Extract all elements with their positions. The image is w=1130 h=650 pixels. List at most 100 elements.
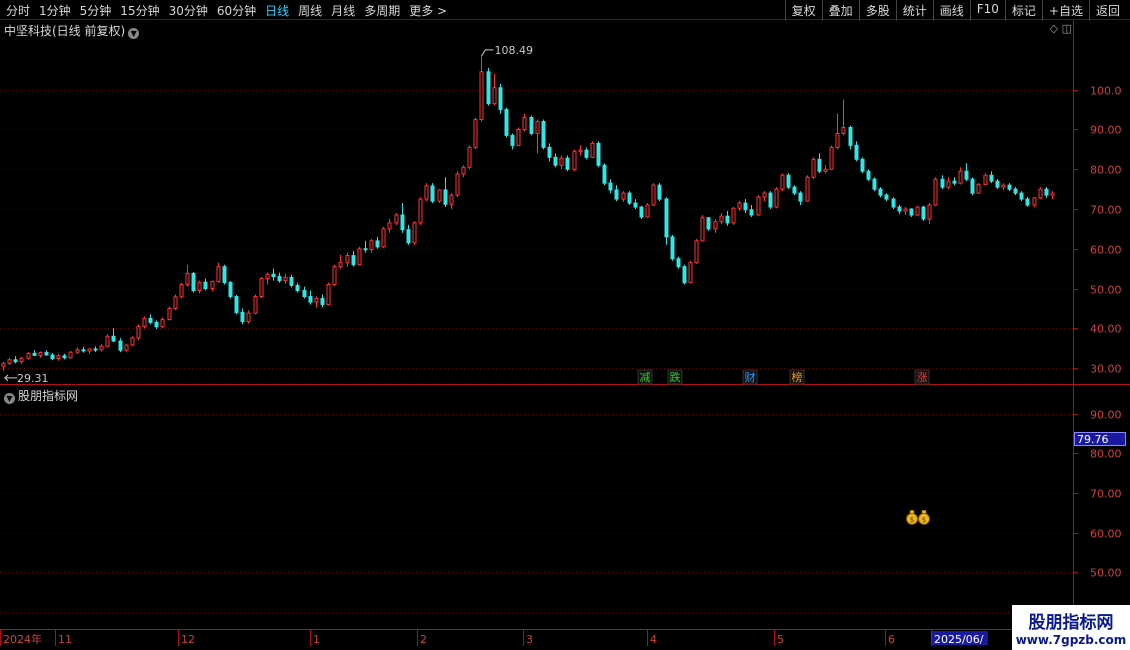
candle-up bbox=[345, 255, 350, 264]
chart-title[interactable]: 中坚科技(日线 前复权) ▼ bbox=[4, 22, 140, 39]
date-label: 2024年 bbox=[3, 632, 42, 646]
candle-down bbox=[375, 240, 380, 248]
candle-down bbox=[553, 156, 558, 166]
toolbar-action-button[interactable]: 统计 bbox=[895, 0, 933, 21]
candle-up bbox=[130, 337, 135, 346]
candle-up bbox=[7, 359, 12, 364]
candle-up bbox=[105, 335, 110, 347]
candle-down bbox=[664, 198, 669, 238]
toolbar-action-button[interactable]: 复权 bbox=[784, 0, 822, 21]
toolbar-action-button[interactable]: 画线 bbox=[932, 0, 970, 21]
candle-down bbox=[443, 189, 448, 205]
candle-down bbox=[940, 178, 945, 188]
period-tab[interactable]: 日线 bbox=[265, 2, 289, 19]
toolbar-action-button[interactable]: 返回 bbox=[1088, 0, 1126, 21]
low-pointer bbox=[3, 374, 17, 382]
candle-down bbox=[13, 359, 18, 363]
candle-down bbox=[1007, 184, 1012, 190]
candle-down bbox=[228, 282, 233, 298]
candle-up bbox=[774, 188, 779, 208]
chevron-down-icon[interactable]: ▼ bbox=[128, 28, 140, 39]
candle-down bbox=[670, 236, 675, 260]
candle-down bbox=[320, 297, 325, 305]
period-tab[interactable]: 30分钟 bbox=[169, 2, 208, 19]
candlestick-chart[interactable]: 100.0 90.00 80.00 70.00 60.00 50.00 40.00 30.00… bbox=[0, 0, 1130, 650]
candle-down bbox=[203, 281, 208, 290]
candle-down bbox=[676, 258, 681, 268]
candle-down bbox=[866, 170, 871, 180]
candle-down bbox=[909, 208, 914, 216]
period-tab[interactable]: 多周期 bbox=[364, 2, 400, 19]
candle-down bbox=[897, 206, 902, 212]
candle-up bbox=[700, 217, 705, 242]
diamond-icon[interactable]: ◇ bbox=[1050, 22, 1058, 35]
candle-down bbox=[854, 144, 859, 160]
candle-up bbox=[1032, 197, 1037, 206]
candle-down bbox=[222, 266, 227, 284]
candle-down bbox=[989, 174, 994, 182]
toolbar-action-button[interactable]: 多股 bbox=[858, 0, 896, 21]
candle-down bbox=[848, 126, 853, 146]
candle-up bbox=[479, 71, 484, 121]
period-tab[interactable]: 周线 bbox=[298, 2, 322, 19]
price-tick-label: 50.00 bbox=[1090, 284, 1122, 297]
candle-up bbox=[87, 348, 92, 352]
indicator-tick-label: 60.00 bbox=[1090, 528, 1122, 541]
period-tab[interactable]: 5分钟 bbox=[80, 2, 112, 19]
period-tab[interactable]: 更多 > bbox=[409, 2, 447, 19]
chevron-down-icon[interactable]: ▼ bbox=[4, 393, 15, 404]
toolbar-action-button[interactable]: 叠加 bbox=[821, 0, 859, 21]
candle-down bbox=[510, 134, 515, 146]
candle-up bbox=[179, 284, 184, 298]
candle-up bbox=[535, 121, 540, 134]
candle-down bbox=[657, 184, 662, 200]
candle-up bbox=[780, 174, 785, 190]
candle-down bbox=[596, 142, 601, 166]
candle-down bbox=[872, 178, 877, 190]
date-label: 11 bbox=[58, 633, 72, 646]
price-tick-label: 80.00 bbox=[1090, 164, 1122, 177]
watermark-line2: www.7gpzb.com bbox=[1015, 633, 1127, 647]
bag-symbol: $ bbox=[922, 516, 926, 524]
candle-up bbox=[394, 214, 399, 224]
event-label: 减 bbox=[640, 371, 651, 384]
period-tab[interactable]: 分时 bbox=[6, 2, 30, 19]
toolbar-action-button[interactable]: +自选 bbox=[1041, 0, 1089, 21]
candle-down bbox=[970, 178, 975, 194]
candle-down bbox=[486, 71, 491, 105]
candle-up bbox=[99, 345, 104, 351]
toolbar-action-button[interactable]: F10 bbox=[969, 0, 1005, 21]
period-tab[interactable]: 1分钟 bbox=[39, 2, 71, 19]
date-label: 2 bbox=[420, 633, 427, 646]
period-tab[interactable]: 月线 bbox=[331, 2, 355, 19]
date-label: 5 bbox=[777, 633, 784, 646]
period-tab[interactable]: 15分钟 bbox=[120, 2, 159, 19]
candle-up bbox=[68, 351, 73, 359]
candle-up bbox=[461, 166, 466, 175]
candle-down bbox=[504, 109, 509, 136]
indicator-title[interactable]: ▼ 股朋指标网 bbox=[4, 387, 78, 404]
toolbar-action-button[interactable]: 标记 bbox=[1004, 0, 1042, 21]
bag-body bbox=[906, 512, 918, 525]
candle-up bbox=[38, 352, 43, 356]
candle-down bbox=[639, 206, 644, 218]
event-badge bbox=[667, 369, 683, 385]
period-tab[interactable]: 60分钟 bbox=[217, 2, 256, 19]
candle-down bbox=[118, 340, 123, 351]
indicator-tick-label: 50.00 bbox=[1090, 567, 1122, 580]
event-badge bbox=[742, 369, 758, 385]
candle-up bbox=[731, 207, 736, 224]
candle-down bbox=[878, 188, 883, 196]
candle-up bbox=[160, 319, 165, 328]
date-label: 2025/06/ bbox=[934, 633, 984, 646]
candle-up bbox=[142, 317, 147, 327]
price-tick-label: 30.00 bbox=[1090, 363, 1122, 376]
candle-up bbox=[737, 202, 742, 209]
candle-up bbox=[369, 240, 374, 251]
candle-down bbox=[1013, 188, 1018, 194]
candle-up bbox=[933, 178, 938, 206]
panel-toggle-icon[interactable]: ◫ bbox=[1062, 22, 1072, 35]
candle-down bbox=[964, 170, 969, 180]
candle-up bbox=[572, 150, 577, 170]
candle-up bbox=[578, 149, 583, 152]
